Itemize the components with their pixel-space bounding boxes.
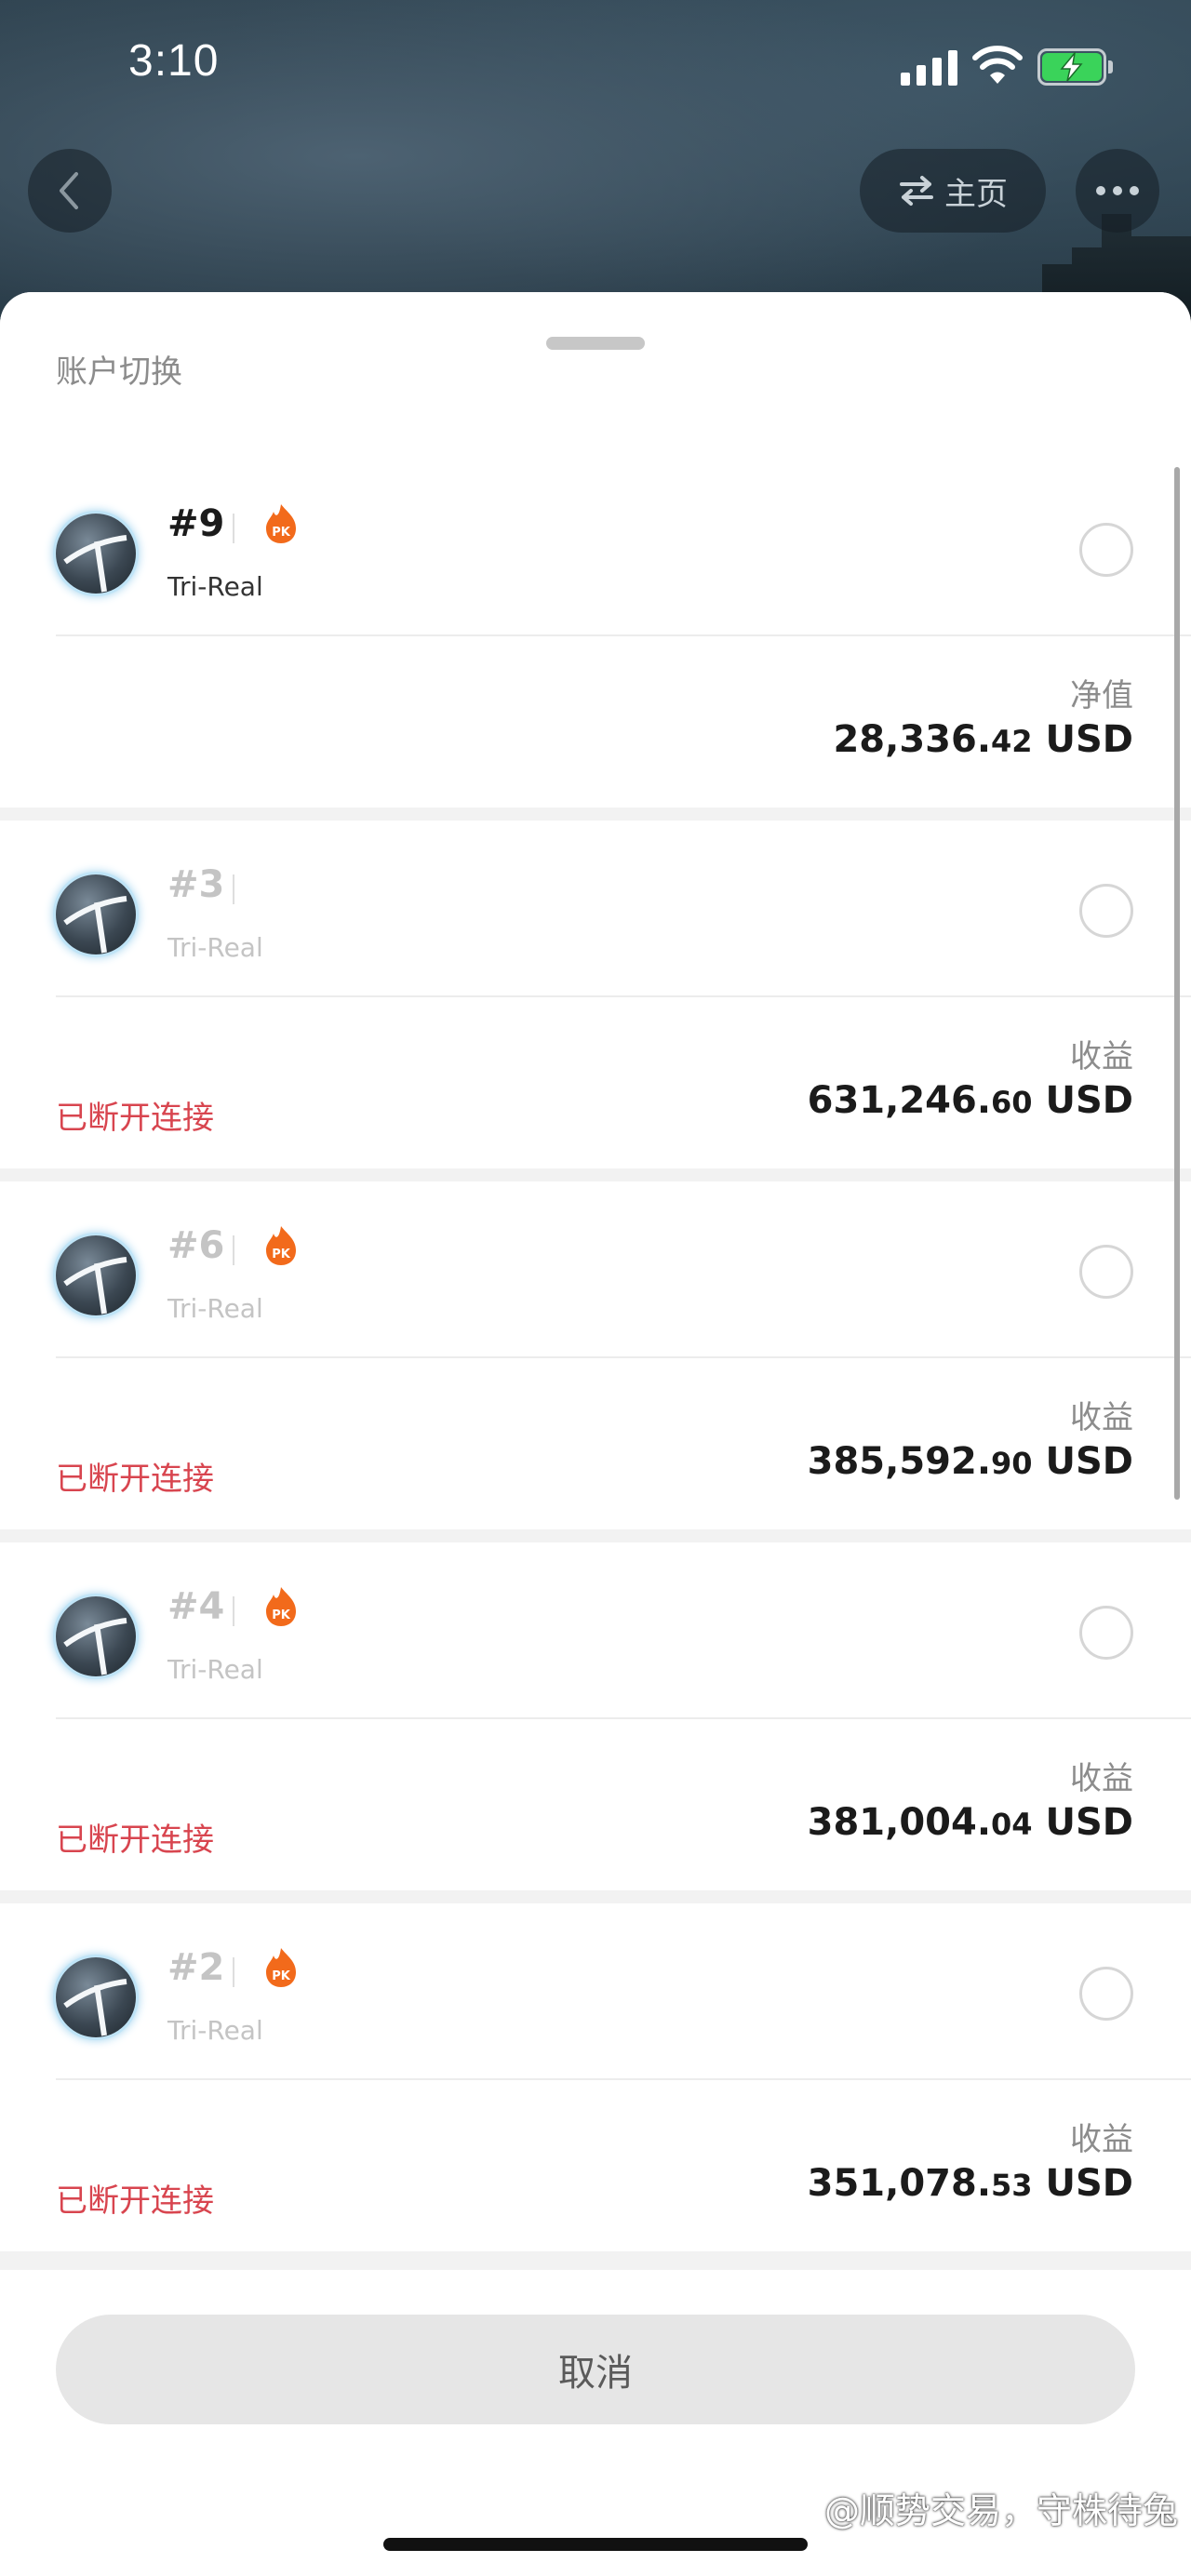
account-number: #4	[167, 1585, 225, 1628]
account-card-2[interactable]: #2 PK Tri-Real 已断开连接 收益 351,078.53 USD	[0, 1903, 1191, 2251]
value-currency: USD	[1045, 1440, 1134, 1483]
account-number: #6	[167, 1224, 225, 1267]
sheet-header: 账户切换	[0, 292, 1191, 460]
value-decimal: 60	[991, 1085, 1033, 1120]
account-switch-sheet: 账户切换 #9 PK Tri-Real 净值 28,336.42 USD #3 …	[0, 292, 1191, 2576]
battery-icon	[1037, 48, 1114, 86]
metric-label: 净值	[1070, 677, 1133, 714]
connection-status: 已断开连接	[56, 1461, 214, 1498]
home-button[interactable]: 主页	[860, 149, 1046, 233]
account-number: #9	[167, 502, 225, 545]
pk-flame-icon: PK	[266, 1587, 296, 1626]
metric-label: 收益	[1070, 1038, 1133, 1075]
connection-status: 已断开连接	[56, 1100, 214, 1137]
pk-flame-icon: PK	[266, 1226, 296, 1265]
account-type: Tri-Real	[167, 1654, 263, 1685]
status-bar: 3:10	[0, 0, 1191, 140]
chevron-left-icon	[60, 172, 78, 209]
account-avatar	[56, 1596, 136, 1676]
svg-text:PK: PK	[272, 1969, 291, 1983]
account-number: #2	[167, 1946, 225, 1989]
svg-text:PK: PK	[272, 1608, 291, 1622]
sheet-title: 账户切换	[56, 354, 182, 391]
value-currency: USD	[1045, 1801, 1134, 1844]
account-card-3[interactable]: #3 Tri-Real 已断开连接 收益 631,246.60 USD	[0, 821, 1191, 1168]
metric-value: 28,336.42 USD	[833, 718, 1133, 761]
separator	[233, 1957, 234, 1987]
divider	[56, 2078, 1191, 2080]
value-currency: USD	[1045, 2162, 1134, 2205]
account-card-4[interactable]: #4 PK Tri-Real 已断开连接 收益 381,004.04 USD	[0, 1542, 1191, 1890]
account-type: Tri-Real	[167, 2015, 263, 2046]
metric-value: 385,592.90 USD	[808, 1440, 1133, 1483]
metric-value: 351,078.53 USD	[808, 2162, 1133, 2205]
divider	[56, 634, 1191, 636]
metric-value: 631,246.60 USD	[808, 1079, 1133, 1122]
value-decimal: 42	[991, 724, 1033, 759]
pk-flame-icon: PK	[266, 1948, 296, 1987]
select-radio[interactable]	[1079, 1606, 1133, 1660]
separator	[233, 874, 234, 904]
sheet-grabber-handle[interactable]	[546, 337, 645, 350]
scrollbar[interactable]	[1174, 467, 1180, 1500]
swap-arrows-icon	[900, 176, 933, 206]
account-type: Tri-Real	[167, 932, 263, 963]
connection-status: 已断开连接	[56, 2182, 214, 2220]
metric-label: 收益	[1070, 1399, 1133, 1436]
pk-flame-icon: PK	[266, 504, 296, 543]
metric-label: 收益	[1070, 1760, 1133, 1797]
cancel-button[interactable]: 取消	[56, 2315, 1135, 2424]
metric-value: 381,004.04 USD	[808, 1801, 1133, 1844]
cellular-signal-icon	[901, 50, 958, 86]
divider	[56, 1356, 1191, 1358]
divider	[56, 995, 1191, 997]
value-integer: 381,004.	[807, 1801, 992, 1844]
select-radio[interactable]	[1079, 884, 1133, 938]
separator	[233, 1596, 234, 1626]
home-button-label: 主页	[944, 175, 1008, 213]
account-avatar	[56, 1235, 136, 1315]
account-card-6[interactable]: #6 PK Tri-Real 已断开连接 收益 385,592.90 USD	[0, 1181, 1191, 1529]
more-button[interactable]	[1076, 149, 1159, 233]
wifi-icon	[972, 46, 1023, 84]
select-radio[interactable]	[1079, 1967, 1133, 2021]
account-type: Tri-Real	[167, 1293, 263, 1324]
value-integer: 631,246.	[807, 1079, 992, 1122]
charging-bolt-icon	[1060, 52, 1083, 82]
account-number: #3	[167, 863, 225, 906]
value-decimal: 04	[991, 1807, 1033, 1842]
svg-text:PK: PK	[272, 526, 291, 540]
account-card-9[interactable]: #9 PK Tri-Real 净值 28,336.42 USD	[0, 460, 1191, 808]
status-time: 3:10	[128, 36, 220, 86]
more-dots-icon	[1096, 186, 1105, 195]
divider	[56, 1717, 1191, 1719]
select-radio[interactable]	[1079, 1245, 1133, 1299]
separator	[233, 514, 234, 543]
value-integer: 385,592.	[807, 1440, 992, 1483]
value-integer: 351,078.	[807, 2162, 992, 2205]
metric-label: 收益	[1070, 2121, 1133, 2158]
value-integer: 28,336.	[833, 718, 992, 761]
account-type: Tri-Real	[167, 571, 263, 602]
select-radio[interactable]	[1079, 523, 1133, 577]
account-avatar	[56, 874, 136, 954]
back-button[interactable]	[28, 149, 112, 233]
value-currency: USD	[1045, 1079, 1134, 1122]
watermark-text: @顺势交易，守株待兔	[823, 2490, 1178, 2531]
value-decimal: 90	[991, 1446, 1033, 1481]
separator	[233, 1235, 234, 1265]
account-avatar	[56, 514, 136, 594]
value-currency: USD	[1045, 718, 1134, 761]
connection-status: 已断开连接	[56, 1822, 214, 1859]
home-indicator[interactable]	[383, 2538, 808, 2551]
value-decimal: 53	[991, 2168, 1033, 2203]
account-avatar	[56, 1957, 136, 2037]
svg-text:PK: PK	[272, 1248, 291, 1261]
